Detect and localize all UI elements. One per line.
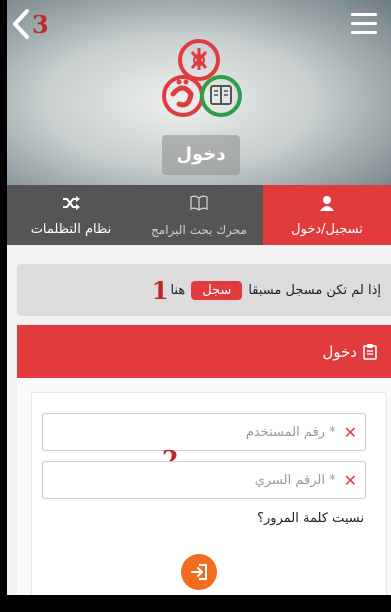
notice-text: إذا لم تكن مسجل مسبقا	[248, 282, 381, 298]
register-button[interactable]: سجل	[191, 280, 243, 300]
login-form: ✕ 2 ✕ نسيت كلمة المرور؟	[31, 392, 387, 595]
password-field[interactable]: ✕	[42, 461, 366, 499]
panel-title: دخول	[322, 342, 357, 361]
back-button[interactable]: 3	[11, 6, 51, 42]
menu-button[interactable]	[351, 13, 377, 34]
screen: 3 دخول تسجيل/دخول محرك بحث البرامج نظام …	[7, 0, 391, 595]
user-icon	[320, 196, 334, 211]
login-panel-header: دخول	[17, 325, 391, 378]
shuffle-icon	[63, 196, 80, 210]
hamburger-bar	[351, 22, 377, 25]
marker-number-3: 3	[32, 10, 49, 39]
hamburger-bar	[351, 13, 377, 16]
tab-grievance-system[interactable]: نظام التظلمات	[7, 185, 135, 245]
logo-icon	[162, 39, 242, 117]
password-input[interactable]	[43, 462, 336, 498]
notice-suffix: هنا	[170, 282, 186, 298]
username-input[interactable]	[43, 414, 336, 450]
book-icon	[190, 195, 208, 211]
marker-number-1: 1	[151, 275, 169, 305]
tab-label: نظام التظلمات	[30, 222, 112, 237]
chevron-left-icon	[13, 9, 29, 39]
hamburger-bar	[351, 31, 377, 34]
tab-bar: تسجيل/دخول محرك بحث البرامج نظام التظلما…	[7, 185, 391, 245]
header-hero: 3 دخول	[7, 0, 391, 185]
login-label: دخول	[162, 135, 240, 175]
login-panel-body: ✕ 2 ✕ نسيت كلمة المرور؟	[17, 378, 391, 595]
required-x-icon: ✕	[343, 422, 357, 442]
tab-label: محرك بحث البرامج	[151, 223, 247, 237]
username-field[interactable]: ✕	[42, 413, 366, 451]
register-notice: إذا لم تكن مسجل مسبقا سجل هنا 1	[17, 264, 391, 316]
clipboard-icon	[363, 344, 377, 360]
tab-label: تسجيل/دخول	[291, 222, 363, 237]
forgot-password-link[interactable]: نسيت كلمة المرور؟	[257, 511, 364, 526]
sign-in-icon	[191, 564, 207, 580]
required-x-icon: ✕	[343, 470, 357, 490]
tab-register-login[interactable]: تسجيل/دخول	[263, 185, 391, 245]
submit-login-button[interactable]	[181, 554, 217, 590]
tab-program-search[interactable]: محرك بحث البرامج	[135, 185, 263, 245]
